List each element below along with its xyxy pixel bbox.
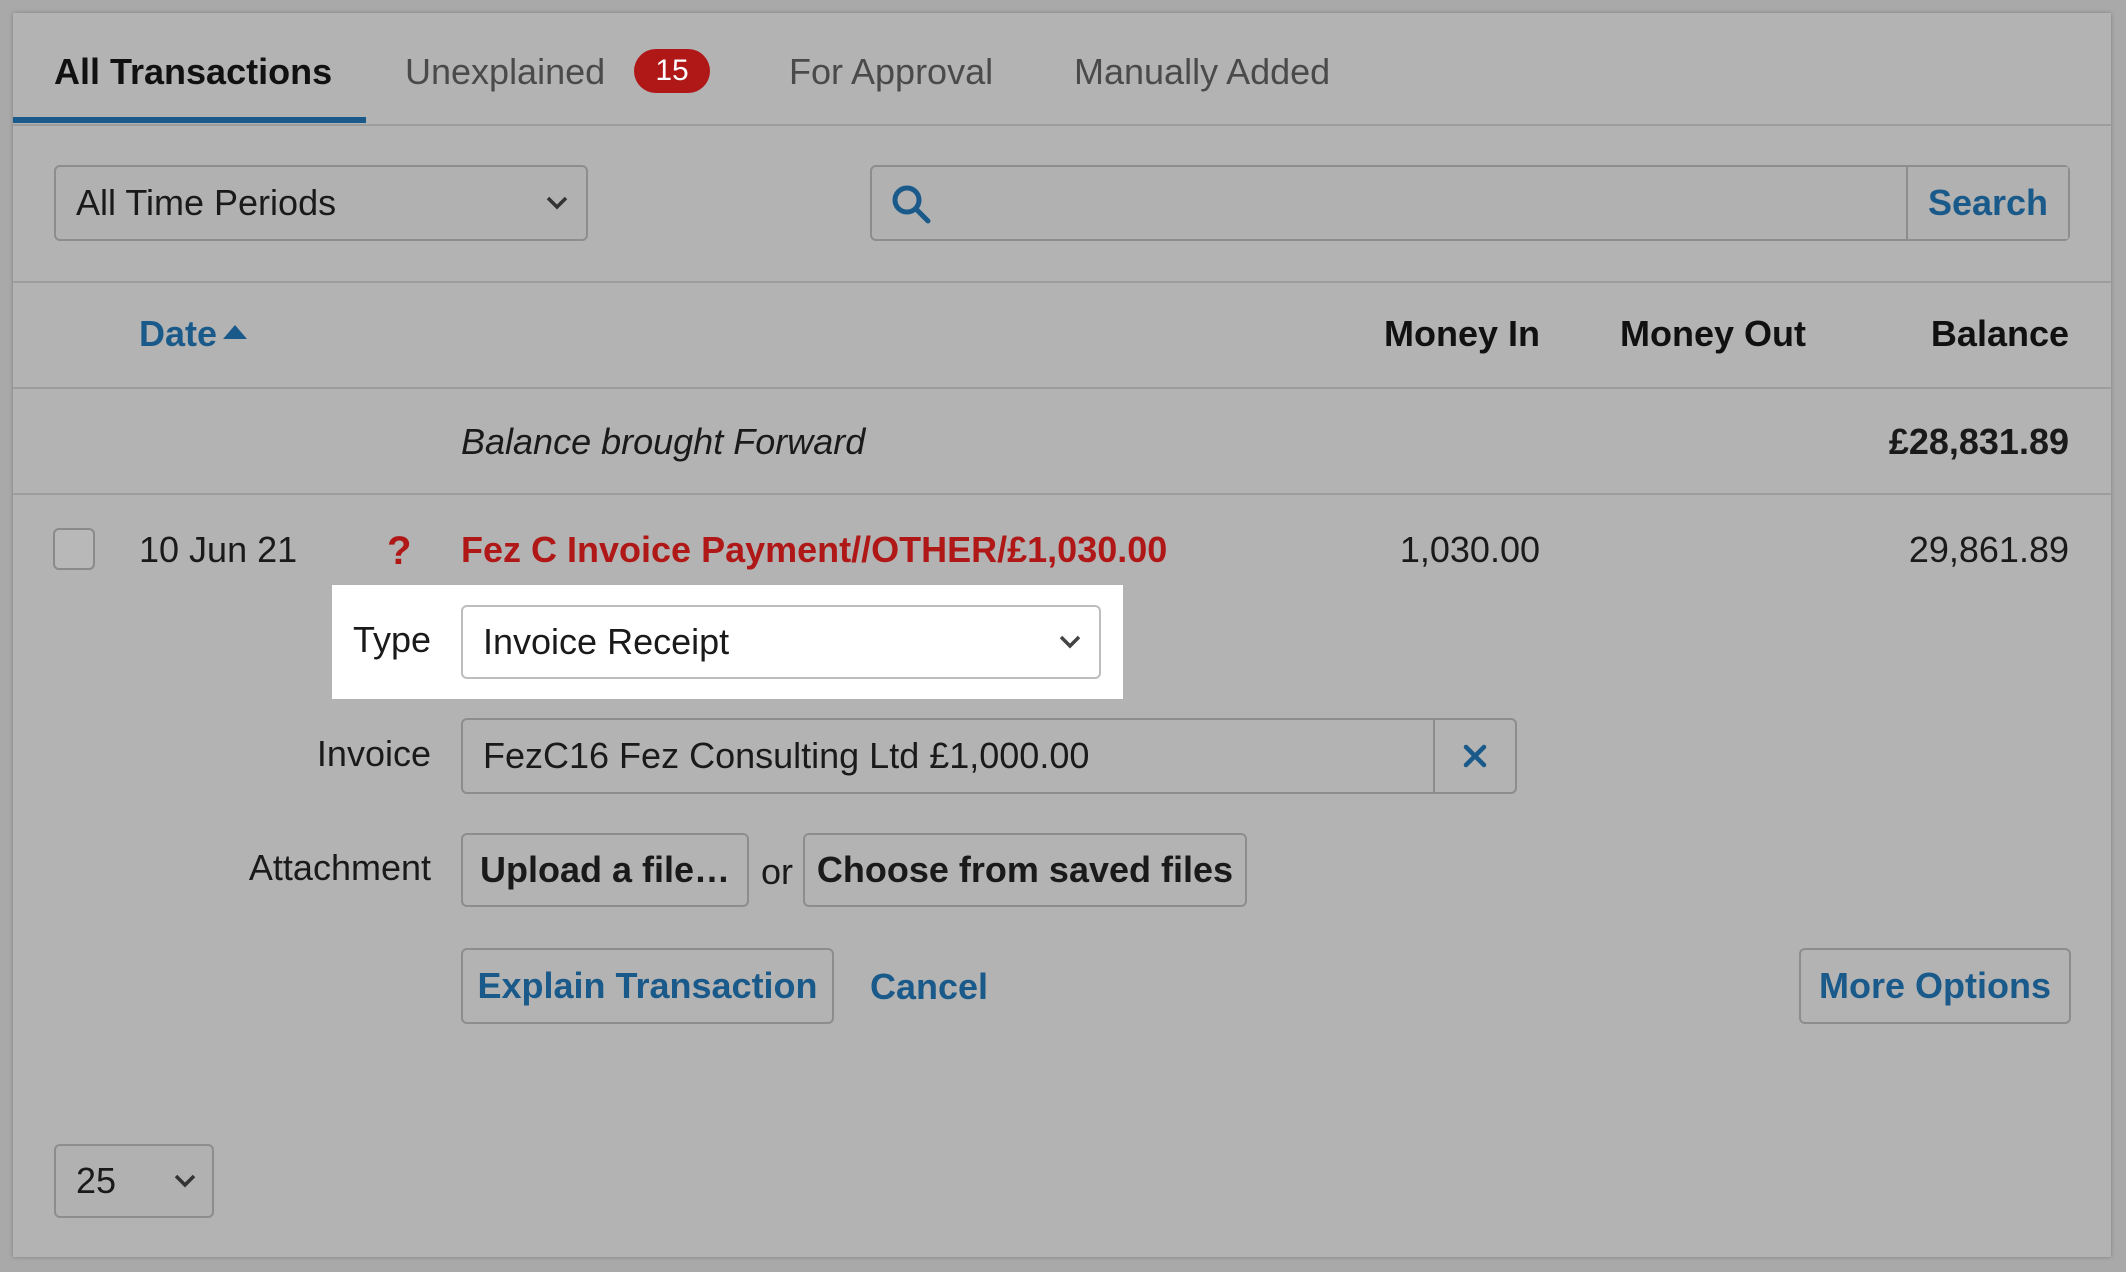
sort-ascending-icon xyxy=(223,325,248,340)
per-page-value: 25 xyxy=(76,1160,117,1201)
tab-for-approval[interactable]: For Approval xyxy=(789,51,993,93)
time-period-value: All Time Periods xyxy=(76,182,337,223)
unexplained-status-icon: ? xyxy=(387,529,412,573)
time-period-select[interactable]: All Time Periods xyxy=(54,165,588,241)
tab-bar: All Transactions Unexplained 15 For Appr… xyxy=(13,13,2111,126)
column-header-money-out: Money Out xyxy=(1620,313,1806,354)
transaction-money-in: 1,030.00 xyxy=(1399,529,1540,570)
type-select-value: Invoice Receipt xyxy=(483,621,730,662)
transaction-balance: 29,861.89 xyxy=(1908,529,2069,570)
close-icon xyxy=(1463,744,1487,768)
or-text: or xyxy=(761,851,794,892)
tab-all-transactions[interactable]: All Transactions xyxy=(54,51,332,93)
chevron-down-icon xyxy=(546,196,568,210)
search-icon xyxy=(892,185,931,224)
choose-saved-files-button[interactable]: Choose from saved files xyxy=(803,833,1247,907)
column-header-date[interactable]: Date xyxy=(139,313,248,355)
transaction-date: 10 Jun 21 xyxy=(139,529,298,570)
type-select[interactable]: Invoice Receipt xyxy=(461,605,1101,679)
divider xyxy=(13,387,2111,389)
balance-forward-label: Balance brought Forward xyxy=(461,421,866,462)
unexplained-count-badge: 15 xyxy=(634,49,710,93)
invoice-field[interactable]: FezC16 Fez Consulting Ltd £1,000.00 xyxy=(461,718,1517,794)
chevron-down-icon xyxy=(1059,635,1081,649)
balance-forward-amount: £28,831.89 xyxy=(1888,421,2069,462)
search-input[interactable] xyxy=(952,173,1896,235)
per-page-select[interactable]: 25 xyxy=(54,1144,214,1218)
more-options-button[interactable]: More Options xyxy=(1799,948,2071,1024)
divider xyxy=(13,493,2111,495)
cancel-link[interactable]: Cancel xyxy=(870,966,988,1008)
type-label: Type xyxy=(352,619,431,660)
column-header-money-in: Money In xyxy=(1383,313,1540,354)
transaction-description[interactable]: Fez C Invoice Payment//OTHER/£1,030.00 xyxy=(461,529,1167,571)
column-header-balance: Balance xyxy=(1930,313,2069,354)
invoice-value: FezC16 Fez Consulting Ltd £1,000.00 xyxy=(483,735,1090,776)
transaction-checkbox[interactable] xyxy=(53,528,95,570)
attachment-label: Attachment xyxy=(248,847,431,888)
tab-unexplained[interactable]: Unexplained xyxy=(405,51,605,93)
search-button[interactable]: Search xyxy=(1906,167,2068,239)
search-bar: Search xyxy=(870,165,2070,241)
divider xyxy=(13,281,2111,283)
upload-file-button[interactable]: Upload a file… xyxy=(461,833,749,907)
clear-invoice-button[interactable] xyxy=(1433,720,1515,792)
tab-manually-added[interactable]: Manually Added xyxy=(1074,51,1330,93)
chevron-down-icon xyxy=(174,1174,196,1188)
explain-transaction-button[interactable]: Explain Transaction xyxy=(461,948,834,1024)
column-date-label: Date xyxy=(139,313,218,354)
transactions-panel: All Transactions Unexplained 15 For Appr… xyxy=(13,13,2111,1257)
invoice-label: Invoice xyxy=(316,733,431,774)
active-tab-indicator xyxy=(13,117,366,123)
